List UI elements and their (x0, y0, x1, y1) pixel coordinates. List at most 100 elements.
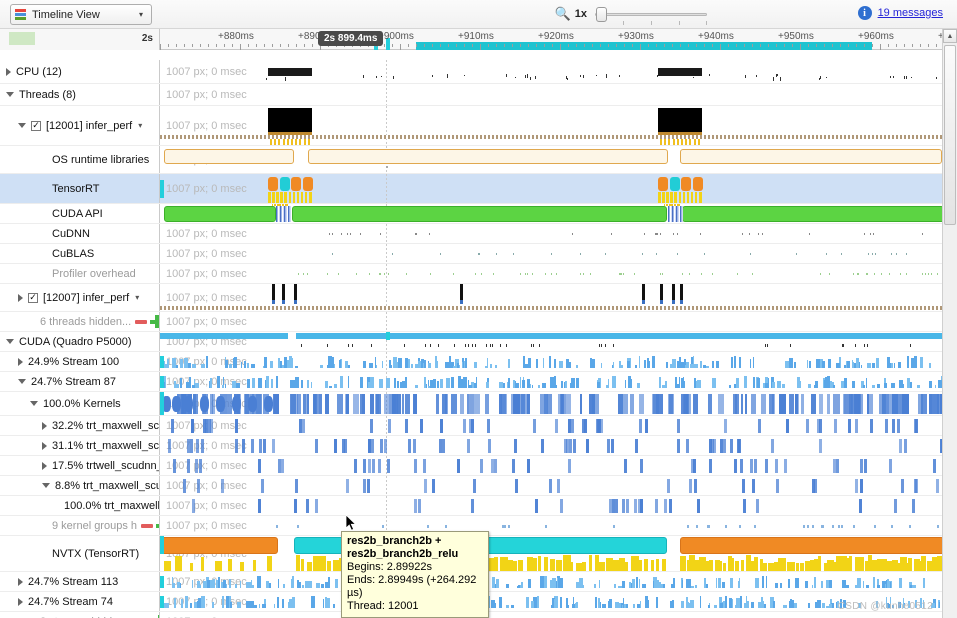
stream-kernel-block[interactable] (863, 581, 865, 588)
kernel-instance-block[interactable] (639, 419, 642, 433)
row-lane-cublas[interactable]: 1007 px; 0 msec (160, 244, 942, 263)
tensorrt-range-block[interactable] (280, 177, 290, 191)
stream-kernel-block[interactable] (506, 584, 509, 588)
stream-kernel-block[interactable] (508, 378, 510, 389)
stream-kernel-block[interactable] (458, 376, 461, 388)
expand-triangle-icon[interactable] (42, 442, 47, 450)
stream-kernel-block[interactable] (247, 363, 249, 368)
kernel-instance-block[interactable] (848, 419, 851, 433)
stream-kernel-block[interactable] (695, 585, 697, 588)
stream-kernel-block[interactable] (274, 604, 275, 608)
row-lane-cuda-api[interactable]: 1007 px; 0 msec (160, 204, 942, 223)
timeline-segment[interactable] (292, 206, 667, 222)
nvtx-subrange-block[interactable] (790, 562, 796, 572)
stream-kernel-block[interactable] (174, 598, 176, 608)
kernel-instance-block[interactable] (487, 419, 490, 433)
stream-kernel-block[interactable] (405, 358, 408, 368)
nvtx-subrange-block[interactable] (651, 560, 654, 571)
kernel-block[interactable] (718, 394, 724, 414)
stream-kernel-block[interactable] (685, 365, 686, 368)
row-lane-profiler-overhead[interactable]: 1007 px; 0 msec (160, 264, 942, 283)
kernel-instance-block[interactable] (315, 499, 318, 513)
nvtx-subrange-block[interactable] (301, 559, 304, 572)
stream-kernel-block[interactable] (628, 376, 632, 388)
row-label-cell-stream-113[interactable]: 24.7% Stream 113 (0, 572, 160, 591)
stream-kernel-block[interactable] (554, 359, 556, 368)
kernel-block[interactable] (630, 394, 634, 414)
stream-kernel-block[interactable] (783, 605, 787, 608)
kernel-instance-block[interactable] (645, 419, 648, 433)
kernel-instance-block[interactable] (439, 439, 442, 453)
kernel-instance-block[interactable] (201, 439, 204, 453)
stream-kernel-block[interactable] (636, 577, 638, 588)
stream-kernel-block[interactable] (333, 604, 336, 608)
row-lane-threads[interactable]: 1007 px; 0 msec (160, 84, 942, 105)
stream-kernel-block[interactable] (398, 358, 402, 368)
stream-kernel-block[interactable] (808, 603, 810, 608)
kernel-instance-block[interactable] (432, 479, 435, 493)
stream-kernel-block[interactable] (493, 603, 496, 608)
row-lane-os-runtime-libraries[interactable]: 1007 px; 0 msec (160, 146, 942, 173)
kernel-block[interactable] (811, 394, 816, 414)
kernel-block[interactable] (273, 394, 279, 414)
nvtx-subrange-block[interactable] (680, 556, 686, 571)
kernel-block[interactable] (846, 394, 851, 414)
kernel-block[interactable] (889, 394, 893, 414)
nvtx-subrange-block[interactable] (582, 562, 586, 571)
kernel-instance-block[interactable] (378, 459, 381, 473)
kernel-block[interactable] (485, 394, 489, 414)
collapse-triangle-icon[interactable] (18, 123, 26, 128)
stream-kernel-block[interactable] (348, 376, 349, 388)
stream-kernel-block[interactable] (241, 362, 242, 368)
stream-kernel-block[interactable] (544, 576, 547, 588)
timeline-row-kernel-88[interactable]: 8.8% trt_maxwell_scudnn_11007 px; 0 msec (0, 476, 942, 496)
zoom-slider-thumb[interactable] (596, 7, 607, 22)
kernel-instance-block[interactable] (723, 439, 726, 453)
stream-kernel-block[interactable] (788, 579, 791, 588)
stream-kernel-block[interactable] (912, 585, 916, 588)
stream-kernel-block[interactable] (311, 596, 315, 608)
stream-kernel-block[interactable] (292, 576, 294, 588)
nvtx-subrange-block[interactable] (164, 561, 172, 571)
kernel-instance-block[interactable] (582, 419, 585, 433)
kernel-instance-block[interactable] (423, 459, 426, 473)
timeline-row-cublas[interactable]: CuBLAS1007 px; 0 msec (0, 244, 942, 264)
kernel-instance-block[interactable] (195, 459, 198, 473)
kernel-instance-block[interactable] (786, 419, 789, 433)
stream-kernel-block[interactable] (291, 579, 292, 588)
stream-kernel-block[interactable] (873, 577, 876, 588)
kernel-instance-block[interactable] (758, 419, 761, 433)
stream-kernel-block[interactable] (307, 380, 310, 388)
stream-kernel-block[interactable] (195, 383, 199, 388)
tensorrt-range-block[interactable] (658, 177, 668, 191)
stream-kernel-block[interactable] (540, 576, 544, 588)
stream-kernel-block[interactable] (222, 601, 224, 608)
kernel-block[interactable] (445, 394, 448, 414)
stream-kernel-block[interactable] (266, 376, 269, 388)
stream-kernel-block[interactable] (832, 603, 835, 608)
stream-kernel-block[interactable] (335, 579, 339, 589)
stream-kernel-block[interactable] (833, 385, 835, 388)
timeline-row-threads[interactable]: Threads (8)1007 px; 0 msec (0, 84, 942, 106)
kernel-block[interactable] (370, 394, 374, 414)
stream-kernel-block[interactable] (623, 598, 624, 608)
timeline-segment[interactable] (164, 206, 276, 222)
stream-kernel-block[interactable] (907, 356, 909, 368)
stream-kernel-block[interactable] (877, 384, 880, 388)
kernel-instance-block[interactable] (405, 419, 408, 433)
stream-kernel-block[interactable] (485, 366, 486, 368)
kernel-block[interactable] (264, 396, 273, 412)
stream-kernel-block[interactable] (316, 583, 320, 588)
stream-kernel-block[interactable] (441, 383, 443, 388)
row-label-cell-kernel-175[interactable]: 17.5% trtwell_scudnn_128x (0, 456, 160, 475)
stream-kernel-block[interactable] (681, 601, 684, 608)
stream-kernel-block[interactable] (911, 358, 914, 368)
kernel-instance-block[interactable] (346, 479, 349, 493)
nvtx-subrange-block[interactable] (718, 561, 722, 571)
stream-kernel-block[interactable] (209, 381, 210, 388)
kernel-instance-block[interactable] (864, 459, 867, 473)
kernel-instance-block[interactable] (635, 439, 638, 453)
kernel-instance-block[interactable] (626, 499, 629, 513)
stream-kernel-block[interactable] (197, 581, 200, 588)
stream-kernel-block[interactable] (730, 578, 733, 588)
